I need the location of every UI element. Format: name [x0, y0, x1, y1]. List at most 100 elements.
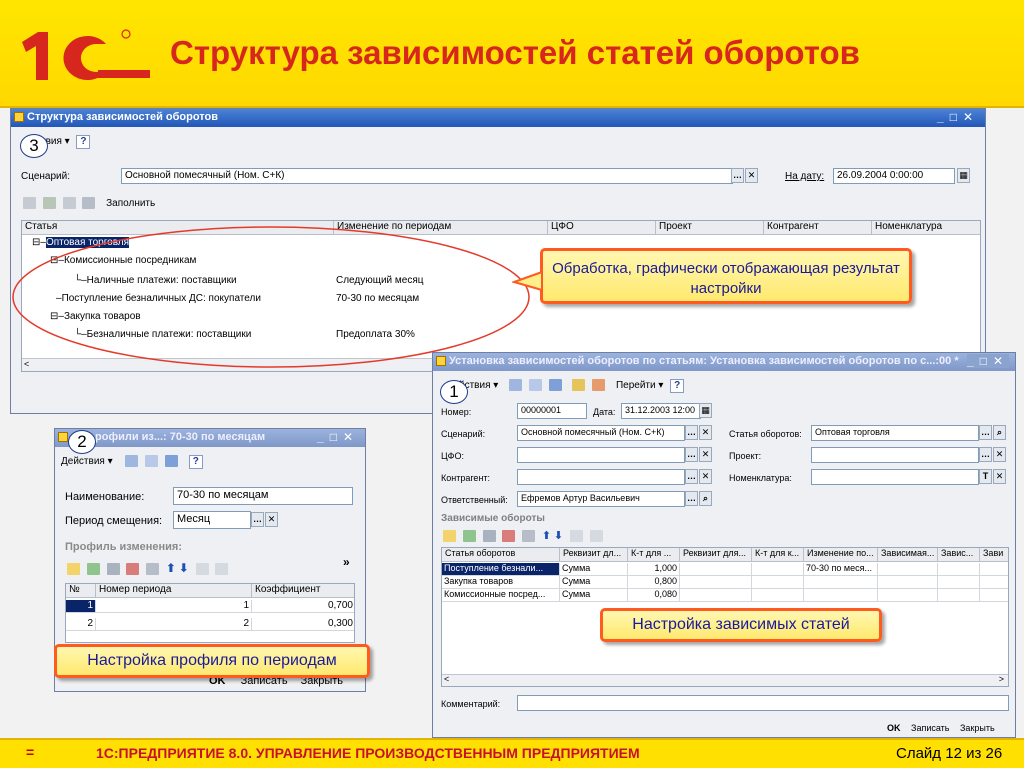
table-cell[interactable] [680, 589, 752, 602]
table-cell[interactable] [752, 589, 804, 602]
select-icon[interactable]: … [685, 491, 698, 506]
table-cell[interactable]: Закупка товаров [442, 576, 560, 589]
sort-asc-icon[interactable] [569, 530, 583, 543]
scroll-left-icon[interactable]: < [444, 674, 449, 684]
comment-input[interactable] [517, 695, 1009, 711]
column-header[interactable]: № [66, 584, 96, 598]
date-input[interactable]: 31.12.2003 12:00 [621, 403, 701, 419]
move-up-icon[interactable]: ⬆ [542, 530, 551, 542]
column-header[interactable]: К-т для к... [752, 548, 804, 562]
column-header[interactable]: Зависимая... [878, 548, 938, 562]
table-cell[interactable] [804, 589, 878, 602]
horizontal-scrollbar[interactable]: < > [442, 674, 1008, 686]
actions-menu[interactable]: Действия ▾ [61, 456, 113, 467]
scenario-input[interactable]: Основной помесячный (Ном. С+К) [121, 168, 733, 184]
sort-desc-icon[interactable] [589, 530, 603, 543]
help-button[interactable]: ? [76, 135, 91, 149]
project-input[interactable] [811, 447, 979, 463]
table-cell[interactable]: Поступление безнали... [442, 563, 560, 576]
column-header[interactable]: Коэффициент [252, 584, 354, 598]
window-controls-icon[interactable]: _□✕ [967, 354, 1009, 368]
profile-grid[interactable]: № Номер периода Коэффициент 1 1 0,700 2 … [65, 583, 355, 643]
calendar-icon[interactable]: ▦ [699, 403, 712, 418]
table-cell[interactable] [752, 576, 804, 589]
table-cell[interactable]: 2 [96, 618, 252, 631]
table-cell[interactable]: 1,000 [628, 563, 680, 576]
select-icon[interactable]: … [685, 425, 698, 440]
delete-row-icon[interactable] [502, 530, 516, 543]
sort-asc-icon[interactable] [195, 563, 209, 576]
window-controls-icon[interactable]: _□✕ [937, 110, 979, 124]
column-header[interactable]: Проект [656, 221, 764, 235]
window-controls-icon[interactable]: _□✕ [317, 430, 359, 444]
edit-row-icon[interactable] [106, 563, 120, 576]
clear-icon[interactable]: ✕ [745, 168, 758, 183]
end-edit-icon[interactable] [146, 563, 160, 576]
table-cell[interactable] [980, 576, 1008, 589]
table-cell[interactable] [680, 576, 752, 589]
table-cell[interactable] [938, 563, 980, 576]
select-icon[interactable]: … [685, 447, 698, 462]
calendar-icon[interactable]: ▦ [957, 168, 970, 183]
clear-icon[interactable]: ✕ [265, 512, 278, 527]
table-cell[interactable]: Сумма [560, 589, 628, 602]
table-cell[interactable] [878, 589, 938, 602]
table-cell[interactable]: 0,700 [252, 600, 354, 613]
table-cell[interactable]: 0,080 [628, 589, 680, 602]
type-icon[interactable]: T [979, 469, 992, 484]
refresh-icon[interactable] [548, 379, 562, 392]
table-cell[interactable]: 2 [66, 618, 96, 631]
end-edit-icon[interactable] [522, 530, 536, 543]
move-down-icon[interactable]: ⬇ [554, 530, 563, 542]
period-input[interactable]: Месяц [173, 511, 251, 529]
document-icon[interactable] [145, 455, 159, 468]
post-icon[interactable] [572, 379, 586, 392]
refresh-icon[interactable] [164, 455, 178, 468]
select-icon[interactable]: … [251, 512, 264, 527]
table-cell[interactable] [680, 563, 752, 576]
table-cell[interactable]: 0,300 [252, 618, 354, 631]
add-row-icon[interactable] [67, 563, 80, 576]
sort-desc-icon[interactable] [215, 563, 229, 576]
save-button[interactable]: Записать [911, 723, 949, 733]
select-icon[interactable]: … [731, 168, 744, 183]
ok-button[interactable]: OK [887, 723, 901, 733]
move-up-icon[interactable]: ⬆ [166, 561, 176, 575]
go-back-icon[interactable] [125, 455, 139, 468]
edit-row-icon[interactable] [482, 530, 496, 543]
clear-icon[interactable]: ✕ [993, 447, 1006, 462]
copy-row-icon[interactable] [42, 197, 56, 209]
go-back-icon[interactable] [509, 379, 523, 392]
column-header[interactable]: ЦФО [548, 221, 656, 235]
search-icon[interactable]: ⌕ [699, 491, 712, 506]
table-cell[interactable] [938, 589, 980, 602]
cfo-input[interactable] [517, 447, 685, 463]
number-input[interactable]: 00000001 [517, 403, 587, 419]
column-header[interactable]: Контрагент [764, 221, 872, 235]
add-row-icon[interactable] [443, 530, 456, 543]
counterparty-input[interactable] [517, 469, 685, 485]
table-cell[interactable]: 1 [96, 600, 252, 613]
table-cell[interactable] [980, 563, 1008, 576]
copy-row-icon[interactable] [462, 530, 476, 543]
search-icon[interactable]: ⌕ [993, 425, 1006, 440]
column-header[interactable]: Номенклатура [872, 221, 980, 235]
table-cell[interactable] [878, 563, 938, 576]
table-cell[interactable] [878, 576, 938, 589]
column-header[interactable]: Изменение по... [804, 548, 878, 562]
table-cell[interactable] [938, 576, 980, 589]
table-cell[interactable]: Сумма [560, 576, 628, 589]
scroll-right-icon[interactable]: > [999, 674, 1004, 684]
name-input[interactable]: 70-30 по месяцам [173, 487, 353, 505]
copy-row-icon[interactable] [86, 563, 100, 576]
select-icon[interactable]: … [979, 447, 992, 462]
table-cell[interactable]: 1 [66, 600, 96, 613]
date-input[interactable]: 26.09.2004 0:00:00 [833, 168, 955, 184]
fill-button[interactable]: Заполнить [106, 198, 155, 209]
add-row-icon[interactable] [23, 197, 36, 209]
table-cell[interactable] [980, 589, 1008, 602]
document-icon[interactable] [528, 379, 542, 392]
clear-icon[interactable]: ✕ [699, 447, 712, 462]
delete-row-icon[interactable] [126, 563, 140, 576]
column-header[interactable]: Реквизит для... [680, 548, 752, 562]
